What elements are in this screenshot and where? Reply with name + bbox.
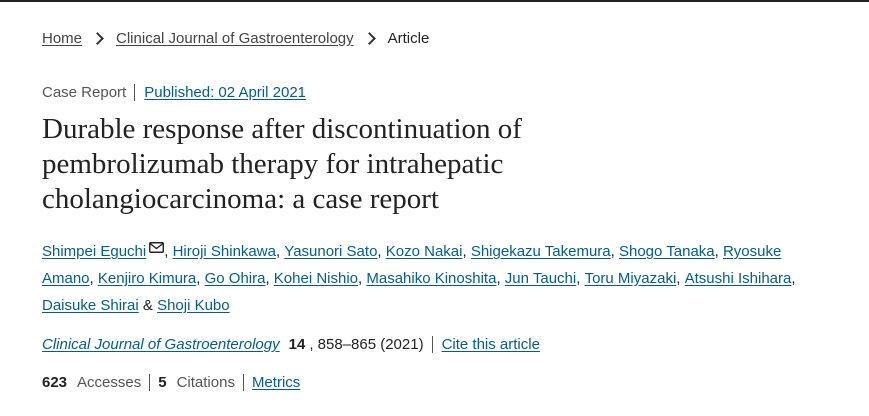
author-item: Kohei Nishio, [274,270,367,287]
author-link[interactable]: Atsushi Ishihara [685,270,792,287]
article-type: Case Report [42,84,136,101]
chevron-right-icon [91,32,104,45]
author-list: Shimpei Eguchi, Hiroji Shinkawa, Yasunor… [42,238,802,319]
author-separator: , [164,243,173,260]
author-item: Go Ohira, [205,270,274,287]
accesses-label: Accesses [77,374,142,391]
author-separator: & [138,297,158,314]
author-separator: , [610,243,619,260]
author-separator: , [462,243,471,260]
author-link[interactable]: Kohei Nishio [274,270,358,287]
author-link[interactable]: Kenjiro Kimura [98,270,196,287]
published-date-link[interactable]: Published: 02 April 2021 [144,84,306,101]
author-link[interactable]: Toru Miyazaki [585,270,677,287]
author-item: Shimpei Eguchi, [42,242,173,260]
author-link[interactable]: Shigekazu Takemura [471,243,611,260]
author-separator: , [714,243,723,260]
author-separator: , [196,270,205,287]
article-meta: Case Report Published: 02 April 2021 [42,84,306,101]
author-item: Daisuke Shirai & [42,297,157,314]
author-item: Jun Tauchi, [505,270,585,287]
author-item: Kenjiro Kimura, [98,270,205,287]
author-item: Toru Miyazaki, [585,270,685,287]
author-link[interactable]: Go Ohira [205,270,266,287]
author-link[interactable]: Kozo Nakai [386,243,463,260]
accesses-count: 623 [42,374,68,391]
journal-link[interactable]: Clinical Journal of Gastroenterology [42,336,280,353]
author-item: Hiroji Shinkawa, [173,243,285,260]
breadcrumb-home-link[interactable]: Home [42,30,82,47]
metrics-link[interactable]: Metrics [252,374,300,391]
author-item: Shogo Tanaka, [619,243,723,260]
cite-this-article-link[interactable]: Cite this article [442,336,540,353]
article-title: Durable response after discontinuation o… [42,113,522,215]
author-separator: , [676,270,685,287]
author-link[interactable]: Daisuke Shirai [42,297,139,314]
author-link[interactable]: Shoji Kubo [157,297,230,314]
author-link[interactable]: Shogo Tanaka [619,243,715,260]
pages-year: , 858–865 (2021) [309,336,433,353]
citations-metric: 5 Citations [158,374,244,391]
author-link[interactable]: Masahiko Kinoshita [366,270,496,287]
author-link[interactable]: Yasunori Sato [284,243,377,260]
accesses-metric: 623 Accesses [42,374,151,391]
author-separator: , [496,270,505,287]
citations-count: 5 [158,374,167,391]
author-item: Shoji Kubo [157,297,230,314]
author-link[interactable]: Shimpei Eguchi [42,243,146,260]
author-item: Atsushi Ishihara, [685,270,796,287]
author-separator: , [377,243,386,260]
chevron-right-icon [362,32,376,45]
author-separator: , [576,270,585,287]
article-metrics: 623 Accesses 5 Citations Metrics [42,374,300,391]
breadcrumb-current: Article [387,30,430,47]
author-link[interactable]: Jun Tauchi [505,270,576,287]
breadcrumb: Home Clinical Journal of Gastroenterolog… [42,30,429,47]
author-separator: , [265,270,274,287]
breadcrumb-journal-link[interactable]: Clinical Journal of Gastroenterology [116,30,354,47]
author-item: Kozo Nakai, [386,243,471,260]
author-item: Masahiko Kinoshita, [366,270,504,287]
top-border [0,0,869,2]
author-separator: , [791,270,796,287]
author-separator: , [89,270,98,287]
author-item: Shigekazu Takemura, [471,243,619,260]
email-icon[interactable] [149,242,165,253]
citation-line: Clinical Journal of Gastroenterology 14 … [42,336,540,353]
author-item: Yasunori Sato, [284,243,385,260]
author-link[interactable]: Hiroji Shinkawa [173,243,276,260]
citations-label: Citations [176,374,235,391]
volume-number: 14 [288,336,306,353]
